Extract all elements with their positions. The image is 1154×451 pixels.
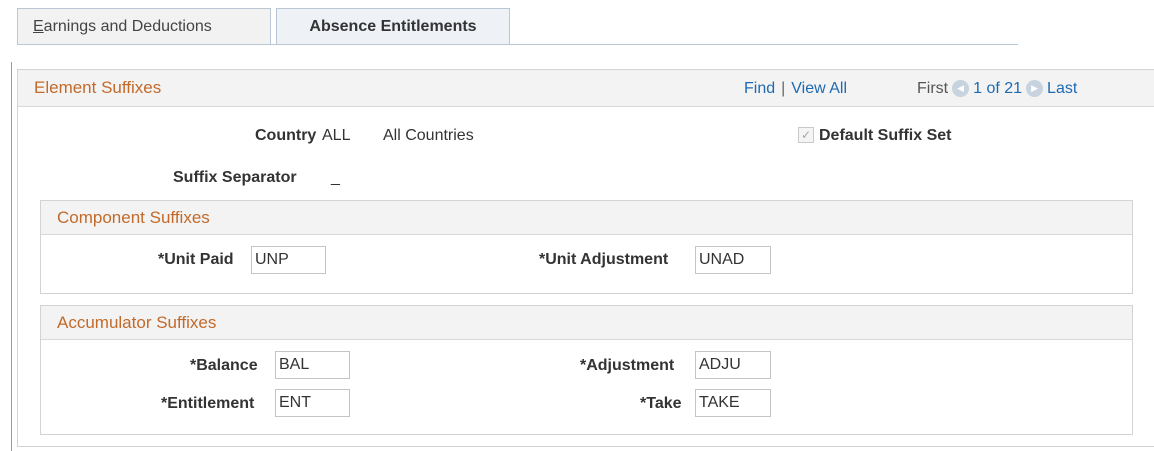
adjustment-input[interactable]: ADJU	[695, 351, 771, 379]
suffix-separator-label: Suffix Separator	[173, 169, 297, 186]
balance-input[interactable]: BAL	[275, 351, 350, 379]
tab-label: Absence Entitlements	[309, 18, 477, 35]
accumulator-suffixes-title: Accumulator Suffixes	[57, 313, 217, 332]
last-link[interactable]: Last	[1047, 80, 1077, 97]
unit-adjustment-label: *Unit Adjustment	[539, 251, 669, 268]
section-title: Element Suffixes	[34, 78, 162, 97]
view-all-link[interactable]: View All	[791, 80, 847, 97]
grid-navigation: Find | View All	[744, 80, 847, 98]
tab-earnings-and-deductions[interactable]: Earnings and Deductions	[17, 8, 271, 45]
page-info: 1 of 21	[973, 80, 1023, 97]
unit-paid-input[interactable]: UNP	[251, 246, 326, 274]
country-code: ALL	[322, 127, 351, 144]
right-arrow-circle-icon[interactable]: ▶	[1026, 80, 1044, 98]
unit-paid-label: *Unit Paid	[158, 251, 234, 268]
tab-absence-entitlements[interactable]: Absence Entitlements	[276, 8, 510, 45]
country-label: Country	[255, 127, 317, 144]
default-suffix-set-label: Default Suffix Set	[819, 127, 952, 144]
unit-adjustment-input[interactable]: UNAD	[695, 246, 771, 274]
tab-accelerator-letter: E	[33, 18, 44, 35]
entitlement-input[interactable]: ENT	[275, 389, 350, 417]
tab-underline	[17, 44, 1018, 45]
take-input[interactable]: TAKE	[695, 389, 771, 417]
entitlement-label: *Entitlement	[161, 395, 255, 412]
page-left-border	[11, 62, 12, 451]
take-label: *Take	[640, 395, 682, 412]
default-suffix-set-checkbox[interactable]: ✓	[798, 127, 814, 143]
tab-label-rest: arnings and Deductions	[43, 18, 212, 35]
component-suffixes-title: Component Suffixes	[57, 208, 210, 227]
link-separator: |	[781, 80, 786, 97]
component-suffixes-header: Component Suffixes	[41, 201, 1132, 235]
checkmark-icon: ✓	[800, 128, 812, 142]
element-suffixes-header: Element Suffixes Find | View All First ◀ 1 o…	[18, 70, 1154, 107]
adjustment-label: *Adjustment	[580, 357, 675, 374]
first-link[interactable]: First	[917, 80, 948, 97]
left-arrow-circle-icon[interactable]: ◀	[952, 80, 970, 98]
suffix-separator-value: _	[331, 169, 340, 186]
find-link[interactable]: Find	[744, 80, 775, 97]
accumulator-suffixes-header: Accumulator Suffixes	[41, 306, 1132, 340]
pagination: First ◀ 1 of 21 ▶ Last	[917, 80, 1077, 98]
country-description: All Countries	[383, 127, 474, 144]
balance-label: *Balance	[190, 357, 258, 374]
